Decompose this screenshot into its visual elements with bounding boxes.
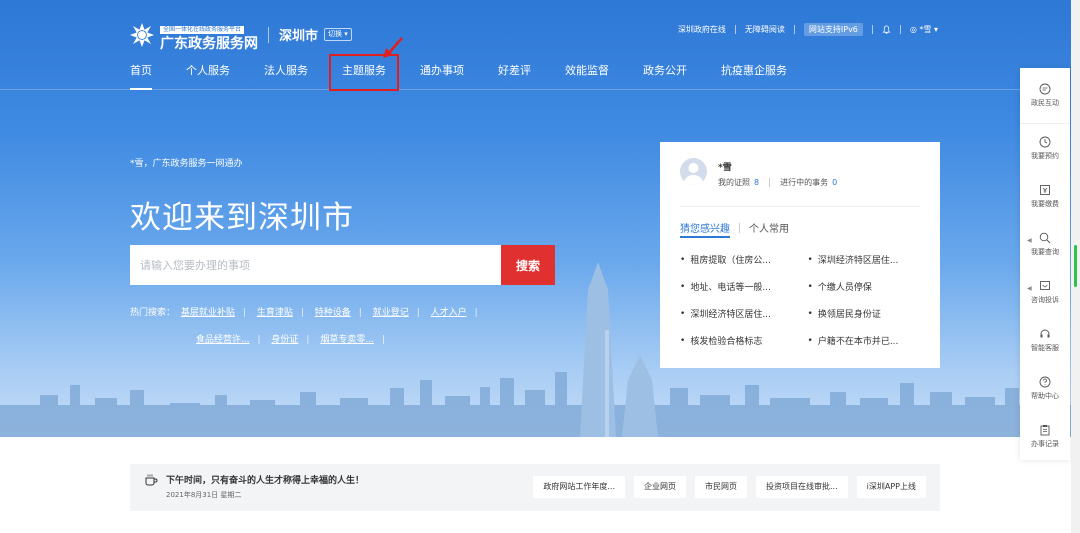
list-item[interactable]: 深圳经济特区居住... bbox=[808, 246, 926, 273]
current-city: 深圳市 bbox=[279, 29, 319, 44]
hot-search-link[interactable]: 特种设备 bbox=[315, 308, 351, 318]
search-bar: 搜索 bbox=[130, 245, 555, 285]
hot-search-link[interactable]: 食品经营许... bbox=[196, 335, 250, 345]
nav-legal-person-service[interactable]: 法人服务 bbox=[264, 62, 308, 78]
clock-icon bbox=[1039, 136, 1051, 147]
scrollbar-thumb[interactable] bbox=[1074, 245, 1077, 287]
caret-left-icon: ◀ bbox=[1027, 285, 1032, 292]
float-records[interactable]: 办事记录 bbox=[1020, 412, 1070, 460]
user-card: *雪 我的证照8 进行中的事务0 猜您感兴趣 个人常用 租房提取（住房公... … bbox=[660, 142, 940, 368]
list-item[interactable]: 个缴人员停保 bbox=[808, 273, 926, 300]
quick-links: 政府网站工作年度... 企业网页 市民网页 投资项目在线审批... i深圳APP… bbox=[533, 476, 926, 498]
nav-personal-service[interactable]: 个人服务 bbox=[186, 62, 230, 78]
quick-link[interactable]: 企业网页 bbox=[634, 476, 687, 498]
headset-icon bbox=[1040, 329, 1050, 337]
logo-emblem-icon bbox=[130, 22, 154, 47]
nav-home[interactable]: 首页 bbox=[130, 62, 152, 90]
greeting-text: *雪，广东政务服务一网通办 bbox=[130, 159, 243, 169]
annotation-arrow-icon bbox=[383, 37, 403, 58]
logo-title: 广东政务服务网 bbox=[160, 36, 258, 52]
user-menu[interactable]: ◎ *雪 ▾ bbox=[910, 24, 938, 35]
user-counts: 我的证照 8 进行中的事务 0 bbox=[718, 177, 837, 188]
tab-recommended[interactable]: 猜您感兴趣 bbox=[680, 220, 730, 235]
hot-search-link[interactable]: 烟草专卖零... bbox=[320, 335, 374, 345]
coffee-cup-icon bbox=[145, 474, 158, 486]
site-logo[interactable]: 全国一体化在线政务服务平台 广东政务服务网 深圳市 切换 ▾ bbox=[130, 16, 352, 53]
hot-search-link[interactable]: 生育津贴 bbox=[257, 308, 293, 318]
hot-search-label: 热门搜索： bbox=[130, 308, 176, 318]
avatar[interactable] bbox=[680, 158, 707, 185]
list-item[interactable]: 户籍不在本市并已... bbox=[808, 327, 926, 354]
list-item[interactable]: 核发检验合格标志 bbox=[680, 327, 798, 354]
floating-sidebar: 政民互动 我要预约 我要缴费 ◀ 我要查询 ◀ 咨询投诉 智能客服 帮助中心 办… bbox=[1020, 68, 1070, 460]
card-tabs: 猜您感兴趣 个人常用 bbox=[680, 220, 789, 235]
hot-search-link[interactable]: 人才入户 bbox=[431, 308, 467, 318]
motto-text: 下午时间，只有奋斗的人生才称得上幸福的人生！ bbox=[166, 476, 365, 486]
hot-searches: 热门搜索： 基层就业补贴 | 生育津贴 | 特种设备 | 就业登记 | 人才入户 | 食品… bbox=[130, 308, 478, 345]
city-switch-button[interactable]: 切换 ▾ bbox=[324, 28, 352, 41]
notice-bar: 下午时间，只有奋斗的人生才称得上幸福的人生！ 2021年8月31日 星期二 政府… bbox=[130, 464, 940, 511]
main-nav: 首页 个人服务 法人服务 主题服务 通办事项 好差评 效能监督 政务公开 抗疫惠… bbox=[130, 62, 821, 90]
nav-efficiency-supervision[interactable]: 效能监督 bbox=[565, 62, 609, 78]
hot-search-link[interactable]: 基层就业补贴 bbox=[181, 308, 235, 318]
float-help[interactable]: 帮助中心 bbox=[1020, 364, 1070, 412]
clipboard-icon bbox=[1040, 424, 1050, 435]
quick-link[interactable]: 市民网页 bbox=[695, 476, 748, 498]
nav-gov-disclosure[interactable]: 政务公开 bbox=[643, 62, 687, 78]
accessibility-link[interactable]: 无障碍阅读 bbox=[745, 24, 785, 35]
help-icon bbox=[1039, 376, 1051, 387]
hot-search-link[interactable]: 就业登记 bbox=[373, 308, 409, 318]
gov-online-link[interactable]: 深圳政府在线 bbox=[678, 24, 726, 35]
nav-rating[interactable]: 好差评 bbox=[498, 62, 531, 78]
date-text: 2021年8月31日 星期二 bbox=[166, 491, 242, 499]
username: *雪 bbox=[718, 163, 732, 173]
bell-icon[interactable] bbox=[882, 25, 891, 34]
float-query[interactable]: ◀ 我要查询 bbox=[1020, 220, 1070, 268]
license-link[interactable]: 我的证照 8 bbox=[718, 177, 759, 188]
ipv6-badge: 网站支持IPv6 bbox=[803, 23, 863, 36]
search-button[interactable]: 搜索 bbox=[501, 245, 555, 285]
float-interaction[interactable]: 政民互动 bbox=[1020, 68, 1070, 124]
float-complaint[interactable]: ◀ 咨询投诉 bbox=[1020, 268, 1070, 316]
welcome-heading: 欢迎来到深圳市 bbox=[130, 200, 354, 236]
search-input[interactable] bbox=[130, 245, 501, 285]
float-payment[interactable]: 我要缴费 bbox=[1020, 172, 1070, 220]
nav-divider bbox=[0, 89, 1020, 90]
nav-universal-items[interactable]: 通办事项 bbox=[420, 62, 464, 78]
float-appointment[interactable]: 我要预约 bbox=[1020, 124, 1070, 172]
list-item[interactable]: 换领居民身份证 bbox=[808, 300, 926, 327]
caret-left-icon: ◀ bbox=[1027, 237, 1032, 244]
payment-icon bbox=[1040, 184, 1050, 195]
interest-list: 租房提取（住房公... 深圳经济特区居住... 地址、电话等一般... 个缴人员… bbox=[680, 246, 925, 354]
quick-link[interactable]: 投资项目在线审批... bbox=[756, 476, 848, 498]
chat-bubble-icon bbox=[1039, 83, 1051, 95]
quick-link[interactable]: 政府网站工作年度... bbox=[533, 476, 626, 498]
nav-pandemic-business-service[interactable]: 抗疫惠企服务 bbox=[721, 62, 787, 78]
top-utility-bar: 深圳政府在线 无障碍阅读 网站支持IPv6 ◎ *雪 ▾ bbox=[678, 23, 938, 36]
in-progress-link[interactable]: 进行中的事务 0 bbox=[780, 177, 837, 188]
divider bbox=[268, 26, 269, 43]
search-icon bbox=[1039, 232, 1051, 243]
list-item[interactable]: 地址、电话等一般... bbox=[680, 273, 798, 300]
list-item[interactable]: 深圳经济特区居住... bbox=[680, 300, 798, 327]
float-smart-service[interactable]: 智能客服 bbox=[1020, 316, 1070, 364]
hot-search-link[interactable]: 身份证 bbox=[271, 335, 298, 345]
list-item[interactable]: 租房提取（住房公... bbox=[680, 246, 798, 273]
quick-link[interactable]: i深圳APP上线 bbox=[856, 476, 926, 498]
tab-personal-frequent[interactable]: 个人常用 bbox=[749, 220, 789, 235]
complaint-icon bbox=[1040, 280, 1050, 290]
logo-subtitle: 全国一体化在线政务服务平台 bbox=[160, 26, 245, 34]
